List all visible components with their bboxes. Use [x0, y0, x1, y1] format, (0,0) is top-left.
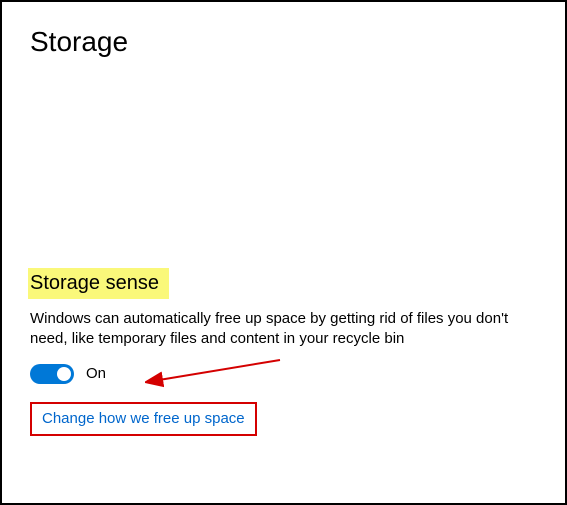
- link-row: Change how we free up space: [30, 402, 257, 436]
- change-free-up-space-link[interactable]: Change how we free up space: [42, 410, 245, 427]
- settings-panel: Storage Storage sense Windows can automa…: [2, 2, 565, 460]
- annotation-box: Change how we free up space: [30, 402, 257, 436]
- toggle-row: On: [30, 364, 537, 384]
- section-heading-wrap: Storage sense: [30, 268, 537, 299]
- page-title: Storage: [30, 26, 537, 58]
- section-heading-storage-sense: Storage sense: [28, 268, 169, 299]
- toggle-knob: [57, 367, 71, 381]
- section-description: Windows can automatically free up space …: [30, 309, 537, 350]
- toggle-state-label: On: [86, 365, 106, 382]
- storage-sense-toggle[interactable]: [30, 364, 74, 384]
- annotation-arrow-icon: [145, 356, 295, 396]
